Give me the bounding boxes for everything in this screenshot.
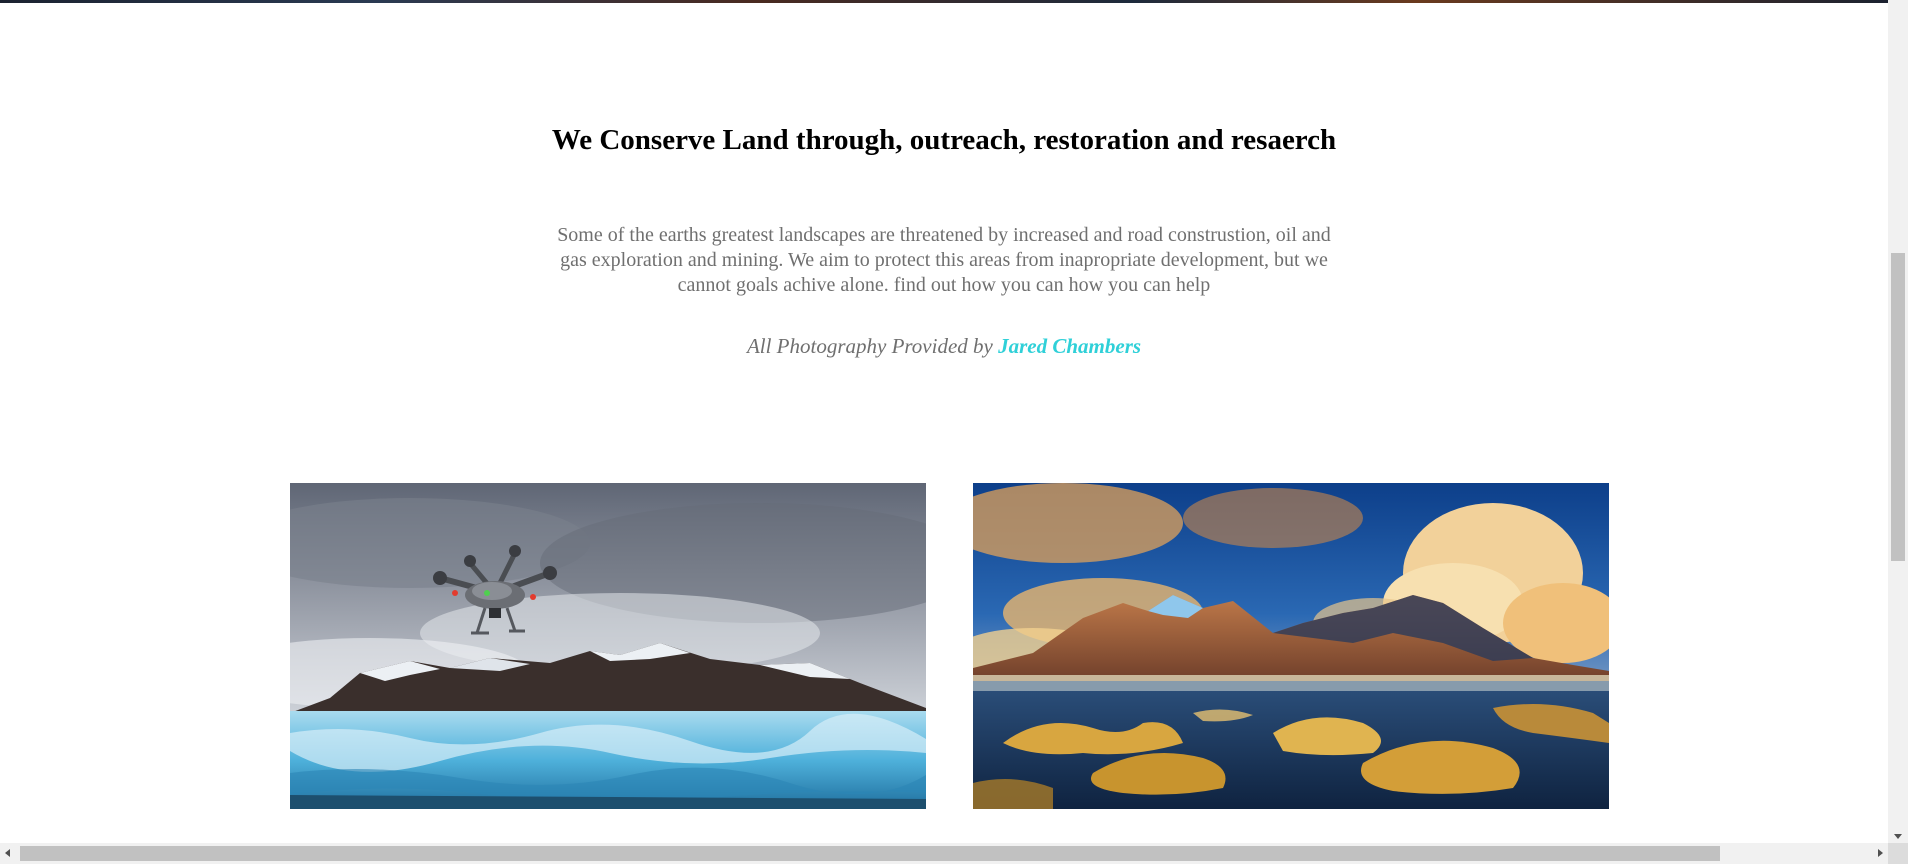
photographer-link[interactable]: Jared Chambers <box>998 334 1141 358</box>
horizontal-scrollbar-thumb[interactable] <box>20 846 1720 861</box>
section-heading: We Conserve Land through, outreach, rest… <box>551 124 1337 156</box>
intro-paragraph: Some of the earths greatest landscapes a… <box>557 224 1331 296</box>
horizontal-scrollbar[interactable] <box>0 843 1888 864</box>
scroll-down-arrow-icon[interactable] <box>1894 834 1902 839</box>
vertical-scrollbar-thumb[interactable] <box>1891 253 1905 561</box>
drone-glacier-photo <box>290 483 926 809</box>
scrollbar-corner <box>1888 843 1908 864</box>
scroll-right-arrow-icon[interactable] <box>1878 849 1883 857</box>
page: We Conserve Land through, outreach, rest… <box>0 0 1908 864</box>
credit-prefix: All Photography Provided by <box>746 334 993 358</box>
scroll-left-arrow-icon[interactable] <box>5 849 10 857</box>
photo-credit: All Photography Provided by Jared Chambe… <box>0 334 1888 359</box>
mountain-sunset-photo <box>973 483 1609 809</box>
main-content: We Conserve Land through, outreach, rest… <box>0 0 1888 843</box>
vertical-scrollbar[interactable] <box>1888 0 1908 843</box>
